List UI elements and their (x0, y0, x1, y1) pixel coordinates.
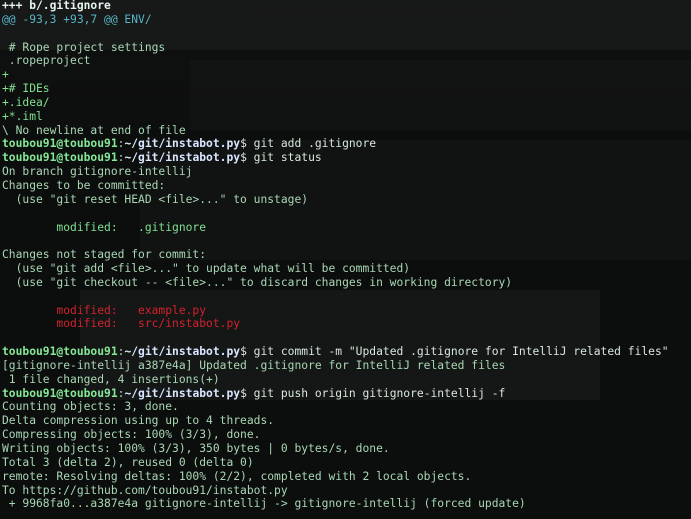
terminal-text: (use "git add <file>..." to update what … (2, 262, 411, 276)
terminal-text: On branch gitignore-intellij (2, 165, 193, 179)
terminal-line: remote: Resolving deltas: 100% (2/2), co… (2, 470, 669, 484)
terminal-text: remote: Resolving deltas: 100% (2/2), co… (2, 469, 472, 483)
terminal-text: toubou91@toubou91 (2, 386, 118, 400)
terminal-line: modified: example.py (2, 304, 669, 318)
terminal-line: \ No newline at end of file (2, 124, 669, 138)
terminal-text: ~/git/instabot.py (124, 137, 241, 151)
terminal-text: + (2, 68, 9, 82)
terminal-text: (use "git reset HEAD <file>..." to unsta… (2, 192, 309, 206)
terminal-line: 1 file changed, 4 insertions(+) (2, 373, 669, 387)
terminal-line: Changes to be committed: (2, 179, 669, 193)
terminal-text: modified: .gitignore (2, 220, 207, 234)
terminal-line: Writing objects: 100% (3/3), 350 bytes |… (2, 442, 669, 456)
terminal-text: Total 3 (delta 2), reused 0 (delta 0) (2, 455, 254, 469)
terminal-line: toubou91@toubou91:~/git/instabot.py$ git… (2, 151, 669, 165)
terminal-text: # Rope project settings (2, 40, 166, 54)
terminal-line: @@ -93,3 +93,7 @@ ENV/ (2, 13, 669, 27)
terminal-line: # Rope project settings (2, 41, 669, 55)
terminal-text: Compressing objects: 100% (3/3), done. (2, 428, 261, 442)
terminal-text: $ git status (240, 151, 322, 165)
terminal-text: + 9968fa0...a387e4a gitignore-intellij -… (2, 497, 526, 511)
terminal-text: Delta compression using up to 4 threads. (2, 414, 275, 428)
terminal-output[interactable]: +++ b/.gitignore @@ -93,3 +93,7 @@ ENV/ #… (2, 0, 669, 511)
terminal-line: +*.iml (2, 110, 669, 124)
terminal-text: @@ -93,3 +93,7 @@ ENV/ (2, 12, 152, 26)
terminal-line: Total 3 (delta 2), reused 0 (delta 0) (2, 456, 669, 470)
terminal-line: + 9968fa0...a387e4a gitignore-intellij -… (2, 497, 669, 511)
terminal-text: (use "git checkout -- <file>..." to disc… (2, 275, 513, 289)
terminal-text: [gitignore-intellij a387e4a] Updated .gi… (2, 358, 506, 372)
terminal-text: Changes to be committed: (2, 178, 166, 192)
terminal-line: To https://github.com/toubou91/instabot.… (2, 484, 669, 498)
terminal-text: ~/git/instabot.py (124, 345, 241, 359)
terminal-text: $ git add .gitignore (240, 137, 377, 151)
terminal-text: To https://github.com/toubou91/instabot.… (2, 483, 288, 497)
terminal-text: +# IDEs (2, 82, 50, 96)
terminal-line: (use "git add <file>..." to update what … (2, 262, 669, 276)
terminal-text: .ropeproject (2, 54, 91, 68)
terminal-text: 1 file changed, 4 insertions(+) (2, 372, 220, 386)
terminal-text: modified: src/instabot.py (2, 317, 241, 331)
terminal-text: +.idea/ (2, 95, 50, 109)
terminal-line: +# IDEs (2, 82, 669, 96)
terminal-line: modified: .gitignore (2, 221, 669, 235)
terminal-line: +++ b/.gitignore (2, 0, 669, 13)
terminal-line: On branch gitignore-intellij (2, 165, 669, 179)
terminal-line: + (2, 68, 669, 82)
terminal-line: toubou91@toubou91:~/git/instabot.py$ git… (2, 137, 669, 151)
terminal-text: Counting objects: 3, done. (2, 400, 179, 414)
terminal-text: +++ b/.gitignore (2, 0, 111, 12)
terminal-line: toubou91@toubou91:~/git/instabot.py$ git… (2, 345, 669, 359)
terminal-text: Writing objects: 100% (3/3), 350 bytes |… (2, 442, 390, 455)
terminal-text: toubou91@toubou91 (2, 137, 118, 151)
terminal-text: ~/git/instabot.py (124, 151, 241, 165)
terminal-text: toubou91@toubou91 (2, 151, 118, 165)
terminal-window[interactable]: +++ b/.gitignore @@ -93,3 +93,7 @@ ENV/ #… (0, 0, 691, 519)
terminal-line: modified: src/instabot.py (2, 317, 669, 331)
terminal-text: toubou91@toubou91 (2, 345, 118, 359)
terminal-line: (use "git reset HEAD <file>..." to unsta… (2, 193, 669, 207)
terminal-line: Delta compression using up to 4 threads. (2, 414, 669, 428)
terminal-line: Changes not staged for commit: (2, 248, 669, 262)
terminal-line: Counting objects: 3, done. (2, 400, 669, 414)
terminal-text: modified: example.py (2, 303, 207, 317)
terminal-text: Changes not staged for commit: (2, 248, 207, 262)
terminal-text: $ git commit -m "Updated .gitignore for … (240, 345, 669, 359)
terminal-line: .ropeproject (2, 54, 669, 68)
terminal-text: +*.iml (2, 109, 43, 123)
terminal-line: +.idea/ (2, 96, 669, 110)
terminal-line: Compressing objects: 100% (3/3), done. (2, 428, 669, 442)
terminal-line: toubou91@toubou91:~/git/instabot.py$ git… (2, 387, 669, 401)
terminal-text: ~/git/instabot.py (124, 386, 241, 400)
terminal-text: $ git push origin gitignore-intellij -f (240, 386, 506, 400)
terminal-line: (use "git checkout -- <file>..." to disc… (2, 276, 669, 290)
terminal-line: [gitignore-intellij a387e4a] Updated .gi… (2, 359, 669, 373)
terminal-text: \ No newline at end of file (2, 123, 186, 137)
